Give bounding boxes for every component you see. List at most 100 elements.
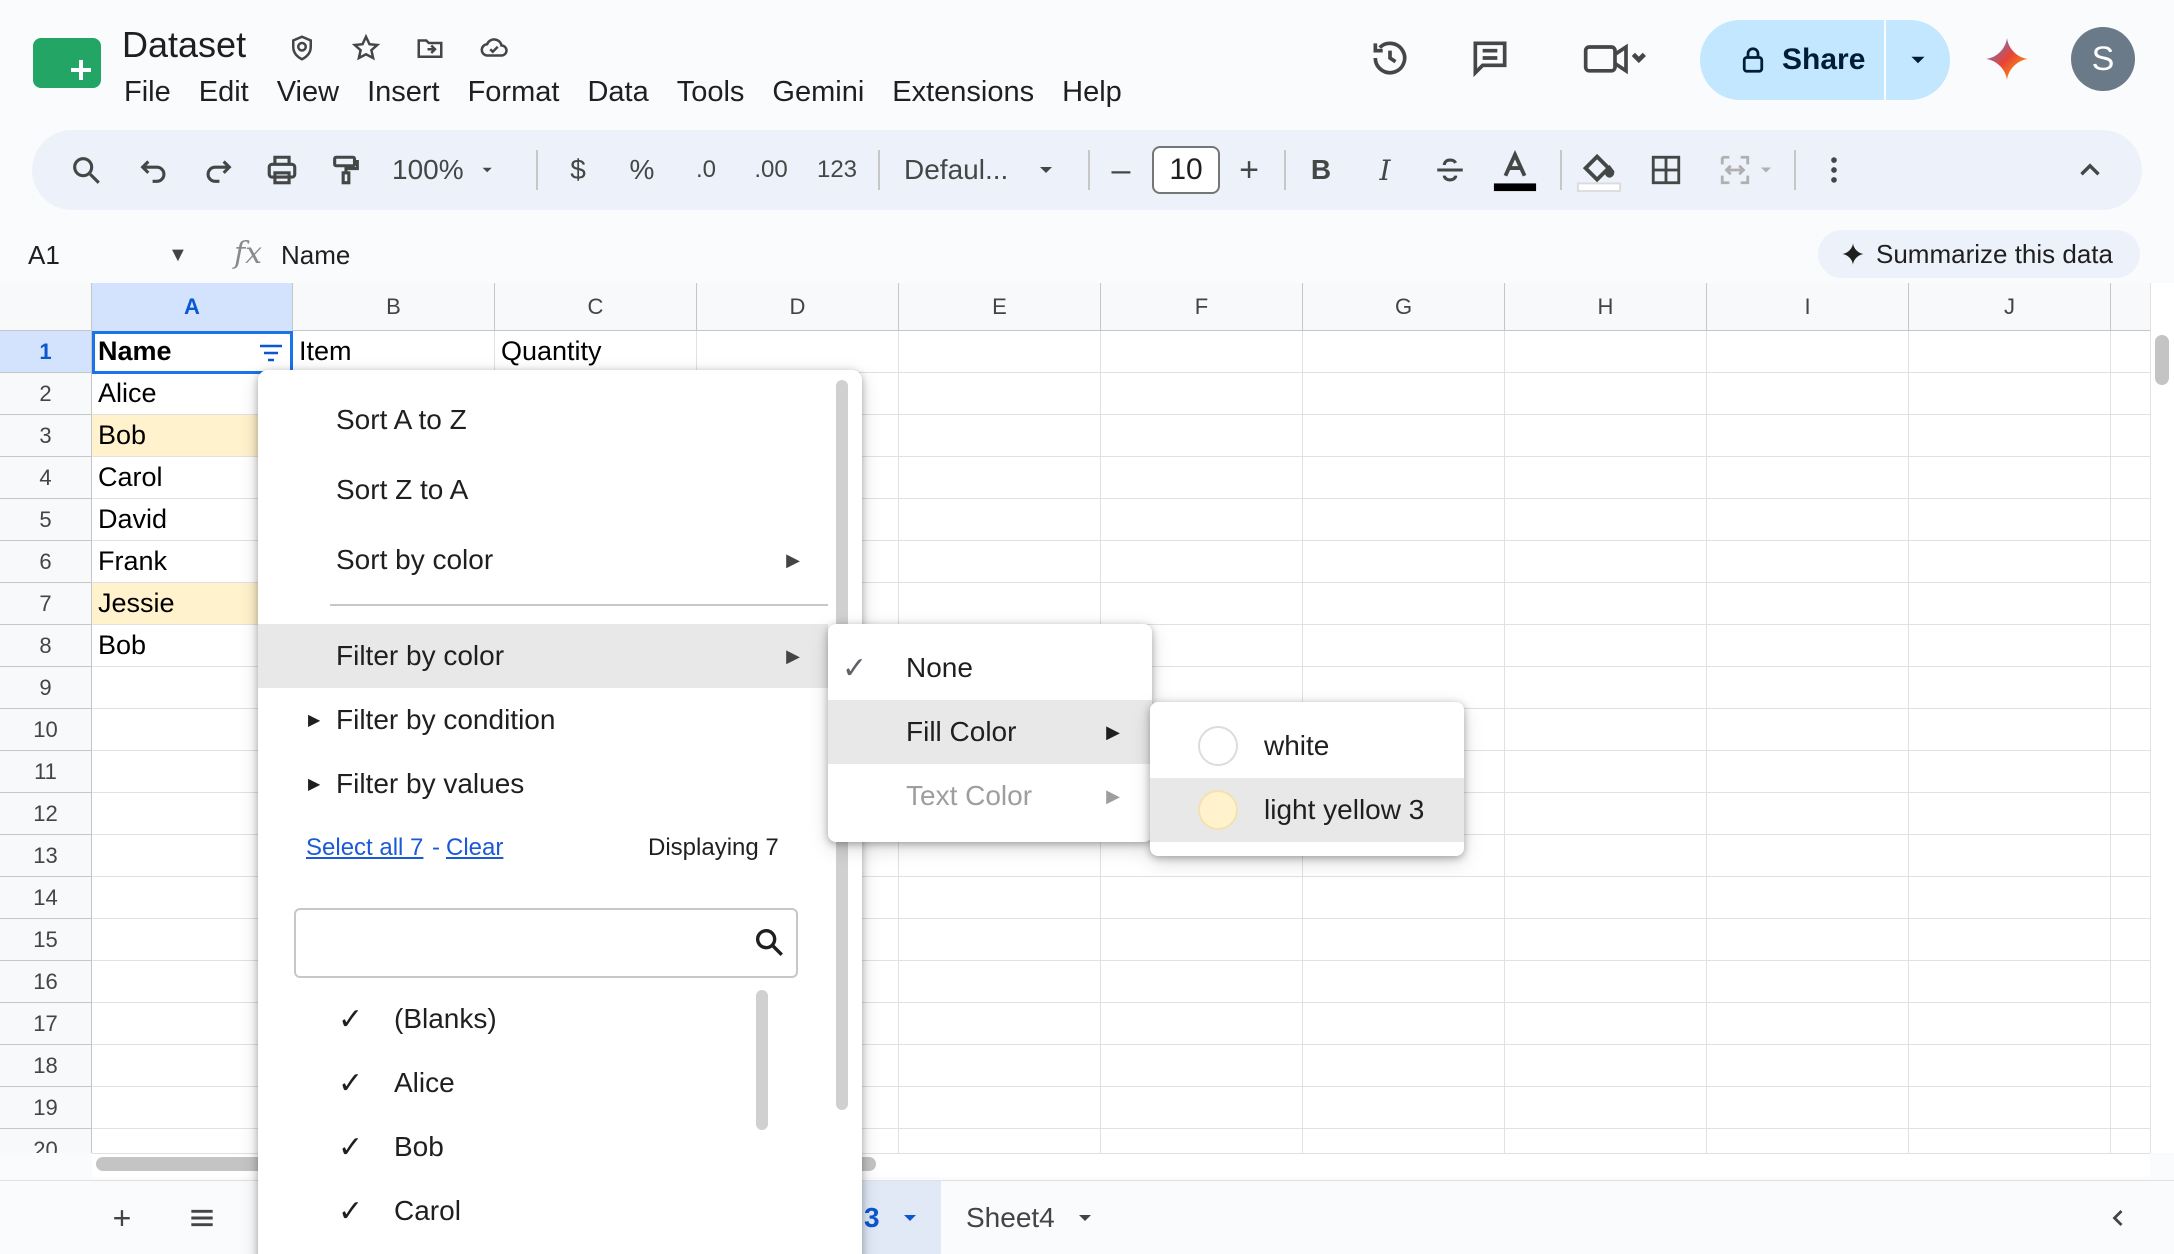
merge-cells-icon[interactable] bbox=[1712, 145, 1782, 195]
select-all-corner[interactable] bbox=[0, 283, 92, 331]
increase-font-size-button[interactable]: + bbox=[1234, 145, 1264, 195]
column-header-f[interactable]: F bbox=[1101, 283, 1303, 331]
menu-edit[interactable]: Edit bbox=[185, 72, 263, 112]
redo-icon[interactable] bbox=[198, 145, 238, 195]
more-vert-icon[interactable] bbox=[1816, 145, 1852, 195]
column-header-j[interactable]: J bbox=[1909, 283, 2111, 331]
column-header-g[interactable]: G bbox=[1303, 283, 1505, 331]
row-header-11[interactable]: 11 bbox=[0, 751, 92, 793]
filter-by-condition[interactable]: ▶ Filter by condition bbox=[258, 688, 828, 752]
star-icon[interactable] bbox=[348, 30, 384, 66]
row-header-7[interactable]: 7 bbox=[0, 583, 92, 625]
column-header-e[interactable]: E bbox=[899, 283, 1101, 331]
row-header-1[interactable]: 1 bbox=[0, 331, 92, 373]
menu-insert[interactable]: Insert bbox=[353, 72, 454, 112]
currency-format-button[interactable]: $ bbox=[560, 145, 596, 195]
strikethrough-icon[interactable] bbox=[1432, 145, 1468, 195]
row-header-14[interactable]: 14 bbox=[0, 877, 92, 919]
row-header-13[interactable]: 13 bbox=[0, 835, 92, 877]
row-header-2[interactable]: 2 bbox=[0, 373, 92, 415]
percent-format-button[interactable]: % bbox=[624, 145, 660, 195]
row-header-4[interactable]: 4 bbox=[0, 457, 92, 499]
row-header-20[interactable]: 20 bbox=[0, 1129, 92, 1153]
print-icon[interactable] bbox=[262, 145, 302, 195]
row-header-3[interactable]: 3 bbox=[0, 415, 92, 457]
select-all-link[interactable]: Select all 7 bbox=[306, 834, 423, 862]
menu-help[interactable]: Help bbox=[1048, 72, 1136, 112]
filter-value-blanks[interactable]: ✓ (Blanks) bbox=[338, 994, 497, 1044]
caret-down-icon[interactable] bbox=[1073, 1206, 1097, 1230]
sort-by-color[interactable]: Sort by color ▶ bbox=[258, 528, 828, 592]
filter-value-bob[interactable]: ✓ Bob bbox=[338, 1122, 444, 1172]
summarize-data-button[interactable]: Summarize this data bbox=[1818, 230, 2140, 278]
menu-format[interactable]: Format bbox=[454, 72, 574, 112]
row-header-16[interactable]: 16 bbox=[0, 961, 92, 1003]
text-color-icon[interactable] bbox=[1492, 145, 1538, 195]
color-none-option[interactable]: ✓ None bbox=[828, 636, 1152, 700]
vertical-scrollbar[interactable] bbox=[2150, 283, 2174, 1153]
column-header-b[interactable]: B bbox=[293, 283, 495, 331]
row-header-12[interactable]: 12 bbox=[0, 793, 92, 835]
font-size-input[interactable]: 10 bbox=[1152, 146, 1220, 194]
column-header-d[interactable]: D bbox=[697, 283, 899, 331]
sort-z-to-a[interactable]: Sort Z to A bbox=[258, 458, 828, 522]
italic-button[interactable]: I bbox=[1370, 145, 1400, 195]
clear-link[interactable]: Clear bbox=[446, 834, 503, 862]
column-header-c[interactable]: C bbox=[495, 283, 697, 331]
row-header-17[interactable]: 17 bbox=[0, 1003, 92, 1045]
row-header-19[interactable]: 19 bbox=[0, 1087, 92, 1129]
filter-value-alice[interactable]: ✓ Alice bbox=[338, 1058, 455, 1108]
menu-data[interactable]: Data bbox=[573, 72, 662, 112]
caret-down-icon[interactable] bbox=[898, 1206, 922, 1230]
menu-file[interactable]: File bbox=[110, 72, 185, 112]
avatar[interactable]: S bbox=[2071, 27, 2135, 91]
share-dropdown-button[interactable] bbox=[1884, 20, 1950, 100]
add-sheet-icon[interactable]: + bbox=[102, 1198, 142, 1238]
formula-input[interactable]: Name bbox=[281, 240, 350, 271]
row-header-5[interactable]: 5 bbox=[0, 499, 92, 541]
values-list-scrollbar[interactable] bbox=[756, 990, 768, 1130]
paint-format-icon[interactable] bbox=[326, 145, 366, 195]
row-header-10[interactable]: 10 bbox=[0, 709, 92, 751]
explore-collapse-icon[interactable] bbox=[2098, 1198, 2138, 1238]
borders-icon[interactable] bbox=[1646, 145, 1686, 195]
more-formats-button[interactable]: 123 bbox=[814, 145, 860, 195]
menu-gemini[interactable]: Gemini bbox=[758, 72, 878, 112]
share-button[interactable]: Share bbox=[1700, 20, 1885, 100]
all-sheets-icon[interactable] bbox=[182, 1198, 222, 1238]
fill-light-yellow-3-option[interactable]: light yellow 3 bbox=[1150, 778, 1464, 842]
fill-color-option[interactable]: Fill Color ▶ bbox=[828, 700, 1152, 764]
move-to-folder-icon[interactable] bbox=[412, 30, 448, 66]
comments-icon[interactable] bbox=[1462, 30, 1518, 86]
cell-c1[interactable]: Quantity bbox=[495, 331, 697, 372]
security-shield-icon[interactable] bbox=[284, 30, 320, 66]
filter-icon[interactable] bbox=[258, 343, 284, 363]
column-header-h[interactable]: H bbox=[1505, 283, 1707, 331]
fill-color-icon[interactable] bbox=[1576, 145, 1622, 195]
cloud-saved-icon[interactable] bbox=[476, 30, 512, 66]
decrease-decimal-button[interactable]: .0 bbox=[686, 145, 726, 195]
menu-view[interactable]: View bbox=[263, 72, 353, 112]
meet-video-icon[interactable] bbox=[1570, 30, 1660, 86]
column-header-i[interactable]: I bbox=[1707, 283, 1909, 331]
row-header-18[interactable]: 18 bbox=[0, 1045, 92, 1087]
sheet-tab-sheet4[interactable]: Sheet4 bbox=[946, 1181, 1116, 1254]
row-header-8[interactable]: 8 bbox=[0, 625, 92, 667]
search-menus-icon[interactable] bbox=[66, 145, 106, 195]
collapse-menu-icon[interactable] bbox=[2070, 145, 2110, 195]
filter-values-search-input[interactable] bbox=[294, 908, 798, 978]
cell-b1[interactable]: Item bbox=[293, 331, 495, 372]
sheets-logo-icon[interactable] bbox=[33, 38, 101, 88]
row-header-9[interactable]: 9 bbox=[0, 667, 92, 709]
increase-decimal-button[interactable]: .00 bbox=[748, 145, 794, 195]
filter-by-values[interactable]: ▶ Filter by values bbox=[258, 752, 828, 816]
row-header-6[interactable]: 6 bbox=[0, 541, 92, 583]
name-box-dropdown-icon[interactable]: ▼ bbox=[168, 244, 188, 267]
bold-button[interactable]: B bbox=[1306, 145, 1336, 195]
name-box[interactable]: A1 bbox=[28, 240, 60, 271]
menu-extensions[interactable]: Extensions bbox=[878, 72, 1048, 112]
document-title[interactable]: Dataset bbox=[122, 24, 246, 66]
filter-value-carol[interactable]: ✓ Carol bbox=[338, 1186, 461, 1236]
gemini-icon[interactable] bbox=[1984, 36, 2030, 82]
menu-tools[interactable]: Tools bbox=[663, 72, 759, 112]
